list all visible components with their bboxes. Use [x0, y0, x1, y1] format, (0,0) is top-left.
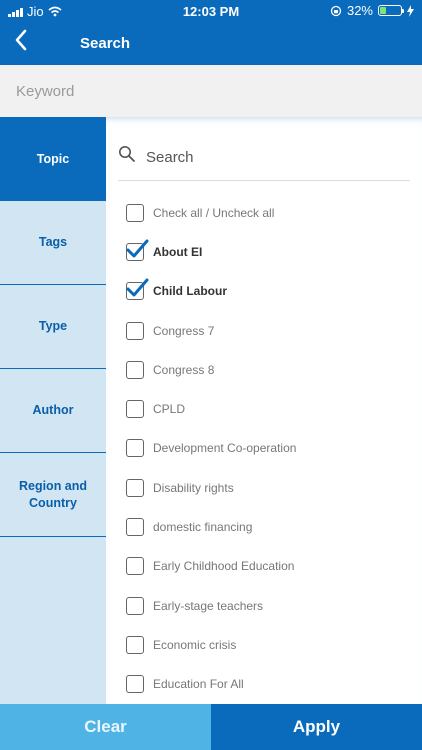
option-label: Early-stage teachers: [153, 598, 264, 613]
back-button[interactable]: [12, 28, 32, 52]
sidebar-item-author[interactable]: Author: [0, 369, 106, 453]
topic-option[interactable]: Early-stage teachers: [126, 586, 416, 625]
battery-fill: [380, 7, 387, 14]
checkbox-unchecked[interactable]: [126, 557, 144, 576]
option-label: Development Co-operation: [153, 441, 297, 456]
charging-bolt-icon: [407, 4, 414, 17]
action-bar: Clear Apply: [0, 704, 422, 750]
topic-option[interactable]: About EI: [126, 232, 416, 271]
status-bar: Jio 12:03 PM 32%: [0, 0, 422, 22]
topic-option[interactable]: Education For All: [126, 665, 416, 704]
topic-option[interactable]: Economic crisis: [126, 625, 416, 664]
topic-option[interactable]: domestic financing: [126, 507, 416, 546]
sidebar-item-topic[interactable]: Topic: [0, 117, 106, 201]
orientation-lock-icon: [330, 5, 342, 16]
checkbox-unchecked[interactable]: [126, 518, 144, 537]
checkbox-unchecked[interactable]: [126, 400, 144, 419]
option-label: Disability rights: [153, 480, 234, 495]
checkbox-unchecked[interactable]: [126, 360, 144, 379]
battery-percent: 32%: [346, 3, 373, 18]
checkbox-unchecked[interactable]: [126, 635, 144, 654]
sidebar-item-type[interactable]: Type: [0, 285, 106, 369]
topic-filter-panel: Check all / Uncheck all About EI Child Lab…: [106, 117, 422, 704]
topic-option[interactable]: Disability rights: [126, 468, 416, 507]
sidebar-item-region-and-country[interactable]: Region and Country: [0, 453, 106, 537]
clear-button[interactable]: Clear: [0, 704, 211, 750]
topic-option[interactable]: Congress 7: [126, 311, 416, 350]
option-label: About EI: [153, 244, 203, 259]
sidebar-item-tags[interactable]: Tags: [0, 201, 106, 285]
battery-icon: [378, 5, 404, 16]
check-all-option[interactable]: Check all / Uncheck all: [126, 193, 416, 232]
checkbox-unchecked[interactable]: [126, 321, 144, 340]
checkbox-unchecked[interactable]: [126, 439, 144, 458]
checkbox-checked[interactable]: [126, 239, 149, 261]
apply-button[interactable]: Apply: [211, 704, 422, 750]
topic-search: [118, 139, 410, 181]
checkmark-icon: [126, 278, 149, 297]
checkbox-unchecked[interactable]: [126, 675, 144, 694]
topic-option[interactable]: Congress 8: [126, 350, 416, 389]
page-title: Search: [80, 35, 131, 52]
app-header: Jio 12:03 PM 32% Search: [0, 0, 422, 65]
option-label: Congress 7: [153, 323, 215, 338]
status-right: 32%: [330, 3, 414, 18]
topic-search-input[interactable]: [146, 139, 396, 175]
topic-option-list: Check all / Uncheck all About EI Child Lab…: [126, 193, 416, 704]
option-label: Early Childhood Education: [153, 559, 295, 574]
topic-option[interactable]: Early Childhood Education: [126, 547, 416, 586]
option-label: CPLD: [153, 402, 186, 417]
option-label: Child Labour: [153, 284, 227, 299]
filter-category-sidebar: Topic Tags Type Author Region and Countr…: [0, 117, 106, 704]
option-label: Economic crisis: [153, 637, 237, 652]
topic-option[interactable]: Child Labour: [126, 272, 416, 311]
checkbox-unchecked[interactable]: [126, 478, 144, 497]
option-label: Congress 8: [153, 362, 215, 377]
topic-option[interactable]: CPLD: [126, 389, 416, 428]
checkbox-unchecked[interactable]: [126, 596, 144, 615]
search-icon: [119, 146, 135, 162]
option-label: domestic financing: [153, 520, 253, 535]
checkbox-checked[interactable]: [126, 278, 149, 301]
option-label: Education For All: [153, 677, 244, 692]
chevron-left-icon: [15, 29, 27, 51]
keyword-bar: [0, 65, 422, 117]
keyword-input[interactable]: [0, 65, 422, 117]
option-label: Check all / Uncheck all: [153, 205, 275, 220]
topic-option[interactable]: Development Co-operation: [126, 429, 416, 468]
checkbox-unchecked[interactable]: [126, 203, 144, 222]
checkmark-icon: [126, 239, 149, 258]
